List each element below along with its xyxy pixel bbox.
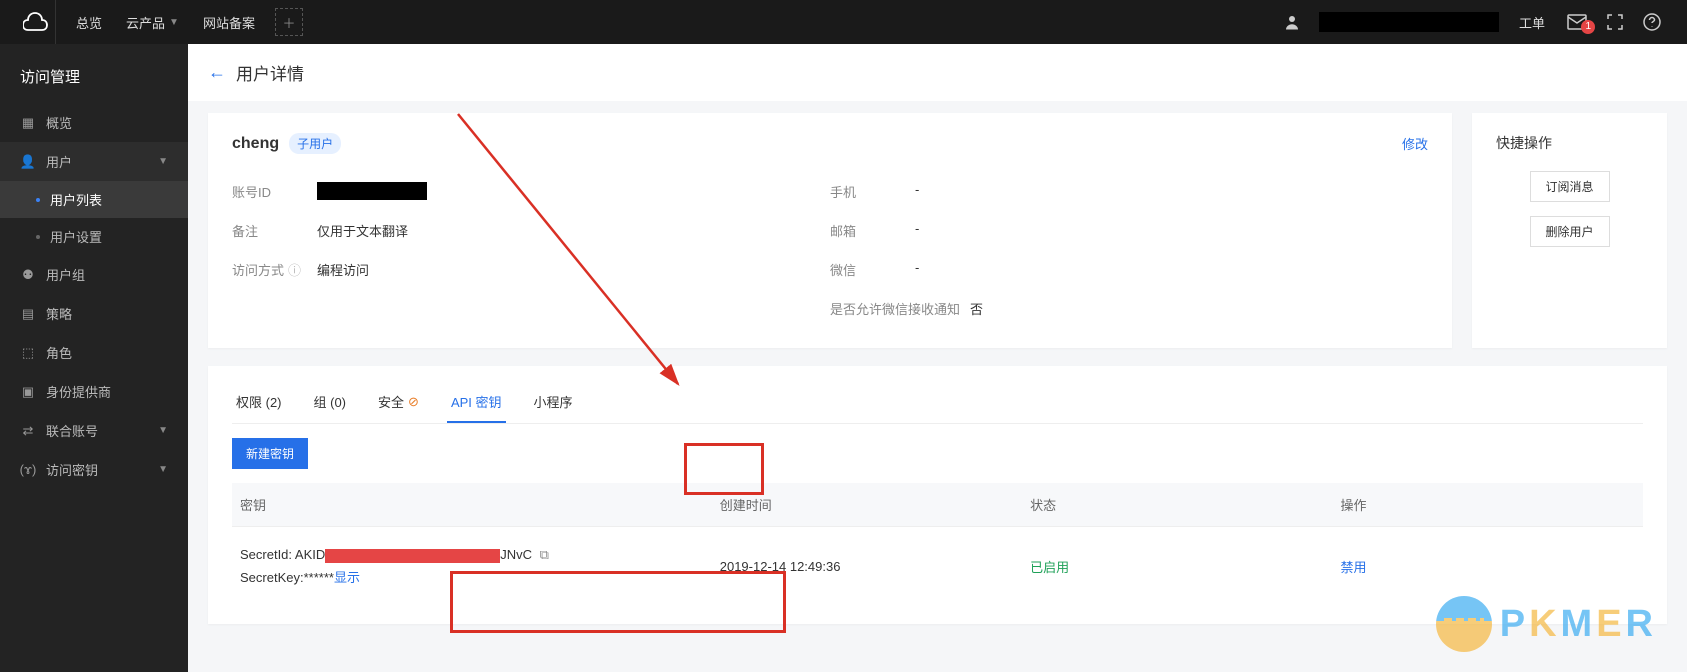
- nav-add-button[interactable]: ＋: [275, 8, 303, 36]
- mail-badge: 1: [1581, 20, 1595, 34]
- user-icon[interactable]: [1273, 13, 1311, 31]
- account-name-redacted: [1319, 12, 1499, 32]
- th-status: 状态: [1022, 483, 1332, 527]
- label-email: 邮箱: [830, 221, 915, 240]
- sidebar-item-idp[interactable]: ▣身份提供商: [0, 372, 188, 411]
- chevron-down-icon: ▼: [158, 156, 168, 167]
- sidebar-item-group[interactable]: ⚉用户组: [0, 255, 188, 294]
- doc-icon: ▤: [20, 306, 36, 322]
- page-title: 用户详情: [236, 60, 304, 85]
- role-icon: ⬚: [20, 345, 36, 361]
- label-remark: 备注: [232, 221, 317, 240]
- sidebar-item-role[interactable]: ⬚角色: [0, 333, 188, 372]
- edit-link[interactable]: 修改: [1402, 134, 1428, 153]
- help-icon[interactable]: [1633, 13, 1671, 31]
- value-phone: -: [915, 182, 919, 201]
- value-remark: 仅用于文本翻译: [317, 221, 408, 240]
- copy-icon[interactable]: ⧉: [540, 547, 549, 562]
- sidebar: 访问管理 ▦概览 👤用户▼ 用户列表 用户设置 ⚉用户组 ▤策略 ⬚角色 ▣身份…: [0, 44, 188, 672]
- quick-actions-card: 快捷操作 订阅消息 删除用户: [1472, 113, 1667, 348]
- chevron-down-icon: ▼: [158, 425, 168, 436]
- watermark-text: PKMER: [1500, 603, 1657, 646]
- main-content: ← 用户详情 cheng 子用户 修改 账号ID 备注仅用于文本翻译 访问方式 …: [188, 44, 1687, 672]
- sidebar-item-accesskey[interactable]: (ɤ)访问密钥▼: [0, 450, 188, 489]
- th-key: 密钥: [232, 483, 712, 527]
- secretid-redacted: [325, 549, 500, 563]
- value-wechat-notify: 否: [970, 299, 983, 318]
- th-created: 创建时间: [712, 483, 1022, 527]
- label-wechat-notify: 是否允许微信接收通知: [830, 299, 970, 318]
- value-email: -: [915, 221, 919, 240]
- mail-icon[interactable]: 1: [1557, 14, 1597, 30]
- quick-title: 快捷操作: [1496, 133, 1643, 153]
- user-info-card: cheng 子用户 修改 账号ID 备注仅用于文本翻译 访问方式 ⓘ编程访问 手…: [208, 113, 1452, 348]
- sidebar-item-federate[interactable]: ⇄联合账号▼: [0, 411, 188, 450]
- users-icon: ⚉: [20, 267, 36, 283]
- value-access: 编程访问: [317, 260, 369, 279]
- nav-beian[interactable]: 网站备案: [191, 0, 267, 44]
- chevron-down-icon: ▼: [158, 464, 168, 475]
- watermark-logo: [1436, 596, 1492, 652]
- sidebar-item-user[interactable]: 👤用户▼: [0, 142, 188, 181]
- label-wechat: 微信: [830, 260, 915, 279]
- idp-icon: ▣: [20, 384, 36, 400]
- tab-permissions[interactable]: 权限 (2): [232, 384, 286, 423]
- key-table: 密钥 创建时间 状态 操作 SecretId: AKIDJNvC ⧉ Secre…: [232, 483, 1643, 606]
- sidebar-item-overview[interactable]: ▦概览: [0, 103, 188, 142]
- sidebar-item-usersetting[interactable]: 用户设置: [0, 218, 188, 255]
- nav-ticket[interactable]: 工单: [1507, 0, 1557, 44]
- key-icon: (ɤ): [20, 462, 36, 478]
- sidebar-item-userlist[interactable]: 用户列表: [0, 181, 188, 218]
- watermark: PKMER: [1436, 596, 1657, 652]
- grid-icon: ▦: [20, 115, 36, 131]
- table-row: SecretId: AKIDJNvC ⧉ SecretKey:******显示 …: [232, 527, 1643, 606]
- th-action: 操作: [1333, 483, 1643, 527]
- delete-user-button[interactable]: 删除用户: [1530, 216, 1610, 247]
- fullscreen-icon[interactable]: [1597, 14, 1633, 30]
- chevron-down-icon: ▼: [169, 17, 179, 28]
- subscribe-button[interactable]: 订阅消息: [1530, 171, 1610, 202]
- tabs: 权限 (2) 组 (0) 安全 ⊘ API 密钥 小程序: [232, 384, 1643, 424]
- sidebar-item-policy[interactable]: ▤策略: [0, 294, 188, 333]
- show-secretkey-link[interactable]: 显示: [334, 570, 360, 585]
- label-access: 访问方式 ⓘ: [232, 260, 317, 279]
- tabs-card: 权限 (2) 组 (0) 安全 ⊘ API 密钥 小程序 新建密钥 密钥 创建时…: [208, 366, 1667, 624]
- cell-key: SecretId: AKIDJNvC ⧉ SecretKey:******显示: [232, 527, 712, 606]
- page-header: ← 用户详情: [188, 44, 1687, 101]
- back-arrow-icon[interactable]: ←: [208, 62, 226, 83]
- user-icon: 👤: [20, 154, 36, 170]
- sidebar-title: 访问管理: [0, 58, 188, 103]
- create-key-button[interactable]: 新建密钥: [232, 438, 308, 469]
- warning-icon: ⊘: [408, 394, 419, 410]
- label-phone: 手机: [830, 182, 915, 201]
- cloud-icon: [23, 12, 49, 32]
- link-icon: ⇄: [20, 423, 36, 439]
- tab-security[interactable]: 安全 ⊘: [374, 384, 423, 423]
- cell-created: 2019-12-14 12:49:36: [712, 527, 1022, 606]
- subuser-badge: 子用户: [289, 133, 341, 154]
- label-account-id: 账号ID: [232, 182, 317, 201]
- info-icon: ⓘ: [288, 260, 301, 279]
- disable-key-link[interactable]: 禁用: [1341, 560, 1367, 575]
- tab-groups[interactable]: 组 (0): [310, 384, 351, 423]
- user-name: cheng: [232, 135, 279, 153]
- tab-apikey[interactable]: API 密钥: [447, 384, 506, 423]
- account-id-redacted: [317, 182, 427, 200]
- nav-products[interactable]: 云产品 ▼: [114, 0, 191, 44]
- tab-miniapp[interactable]: 小程序: [530, 384, 577, 423]
- cell-status: 已启用: [1022, 527, 1332, 606]
- cloud-logo[interactable]: [16, 0, 56, 44]
- nav-overview[interactable]: 总览: [64, 0, 114, 44]
- value-wechat: -: [915, 260, 919, 279]
